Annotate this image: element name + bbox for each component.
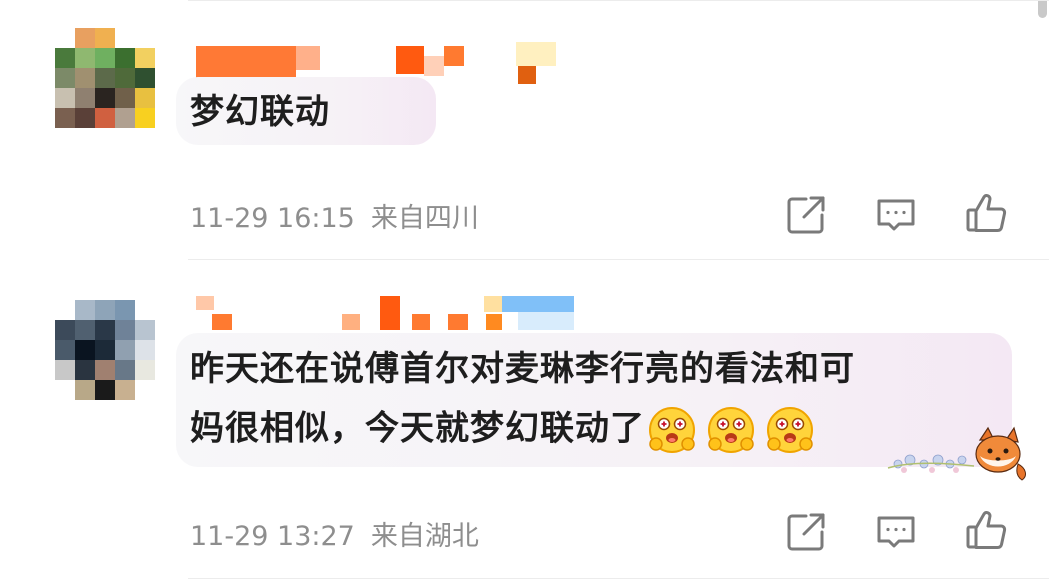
share-icon[interactable] <box>784 510 828 554</box>
divider <box>188 259 1049 260</box>
comment-time: 11-29 13:27 <box>190 521 355 552</box>
like-icon[interactable] <box>965 508 1009 552</box>
happy-face-emoji-icon <box>708 407 754 453</box>
emoji-group <box>647 405 824 455</box>
comment-text: 梦幻联动 <box>190 92 330 132</box>
happy-face-emoji-icon <box>767 407 813 453</box>
comment-text-line2: 妈很相似，今天就梦幻联动了 <box>190 405 824 455</box>
comment-text: 妈很相似，今天就梦幻联动了 <box>190 408 645 449</box>
like-icon[interactable] <box>965 191 1009 235</box>
divider <box>188 0 1049 1</box>
comment-meta: 11-29 13:27 来自湖北 <box>190 514 479 553</box>
scrollbar-thumb[interactable] <box>1038 0 1047 18</box>
avatar[interactable] <box>55 28 155 128</box>
comment-icon[interactable] <box>874 193 918 237</box>
divider <box>188 578 1049 579</box>
avatar[interactable] <box>55 300 155 400</box>
comment-meta: 11-29 16:15 来自四川 <box>190 196 479 235</box>
comment-location: 来自湖北 <box>370 521 479 552</box>
comment-icon[interactable] <box>874 510 918 554</box>
username-obscured[interactable] <box>196 296 576 330</box>
happy-face-emoji-icon <box>649 407 695 453</box>
comment-time: 11-29 16:15 <box>190 203 355 234</box>
bubble-decoration-fox-icon <box>887 426 1026 481</box>
comment-text-line1: 昨天还在说傅首尔对麦琳李行亮的看法和可 <box>190 349 855 389</box>
share-icon[interactable] <box>784 193 828 237</box>
comment-location: 来自四川 <box>370 203 479 234</box>
username-obscured[interactable] <box>196 42 566 84</box>
